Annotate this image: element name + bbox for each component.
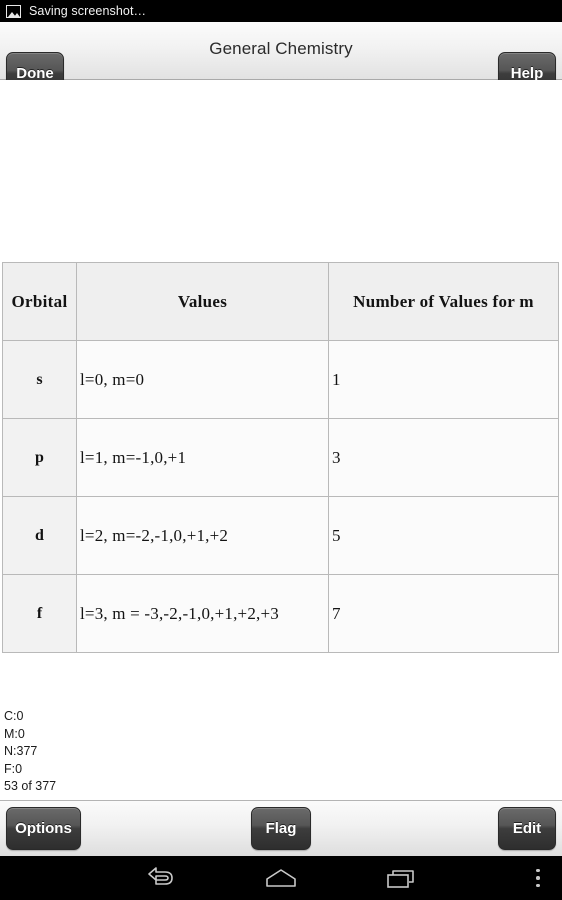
app-root: Saving screenshot… Done General Chemistr… (0, 0, 562, 900)
menu-dot (536, 876, 540, 880)
cell-orbital: f (2, 574, 77, 653)
cell-count: 5 (328, 496, 559, 575)
status-bar-text: Saving screenshot… (29, 4, 147, 18)
options-button[interactable]: Options (6, 807, 81, 850)
cell-count: 7 (328, 574, 559, 653)
cell-orbital: d (2, 496, 77, 575)
android-nav-bar (0, 856, 562, 900)
bottom-toolbar: Options Flag Edit (0, 800, 562, 856)
android-status-bar: Saving screenshot… (0, 0, 562, 22)
column-header-orbital: Orbital (2, 262, 77, 341)
image-icon (6, 4, 21, 18)
table-row: s l=0, m=0 1 (2, 340, 559, 419)
column-header-number-of-values: Number of Values for m (328, 262, 559, 341)
table-row: f l=3, m = -3,-2,-1,0,+1,+2,+3 7 (2, 574, 559, 653)
table-row: d l=2, m=-2,-1,0,+1,+2 5 (2, 496, 559, 575)
top-toolbar: Done General Chemistry Help (0, 22, 562, 95)
cell-values: l=1, m=-1,0,+1 (76, 418, 329, 497)
table-row: p l=1, m=-1,0,+1 3 (2, 418, 559, 497)
cell-values: l=2, m=-2,-1,0,+1,+2 (76, 496, 329, 575)
stat-new: N:377 (4, 744, 38, 758)
table-header-row: Orbital Values Number of Values for m (2, 262, 559, 341)
cell-values: l=3, m = -3,-2,-1,0,+1,+2,+3 (76, 574, 329, 653)
cell-values: l=0, m=0 (76, 340, 329, 419)
stat-missed: M:0 (4, 726, 25, 741)
flag-button[interactable]: Flag (251, 807, 311, 850)
back-icon[interactable] (120, 856, 200, 900)
stat-flagged: F:0 (4, 761, 23, 776)
cell-orbital: p (2, 418, 77, 497)
cell-orbital: s (2, 340, 77, 419)
menu-dot (536, 883, 540, 888)
orbital-quantum-numbers-table: Orbital Values Number of Values for m s … (2, 262, 559, 653)
stat-position: 53 of 377 (4, 779, 57, 793)
menu-dot (536, 868, 540, 873)
session-stats: C:0 M:0 N:377 F:0 53 of 377 (4, 708, 56, 796)
card-content-area[interactable]: Orbital Values Number of Values for m s … (0, 80, 562, 800)
recents-icon[interactable] (362, 856, 442, 900)
cell-count: 1 (328, 340, 559, 419)
cell-count: 3 (328, 418, 559, 497)
page-title: General Chemistry (209, 39, 353, 58)
overflow-menu-icon[interactable] (520, 856, 556, 900)
column-header-values: Values (76, 262, 329, 341)
home-icon[interactable] (241, 856, 321, 900)
stat-correct: C:0 (4, 709, 24, 723)
edit-button[interactable]: Edit (498, 807, 556, 850)
